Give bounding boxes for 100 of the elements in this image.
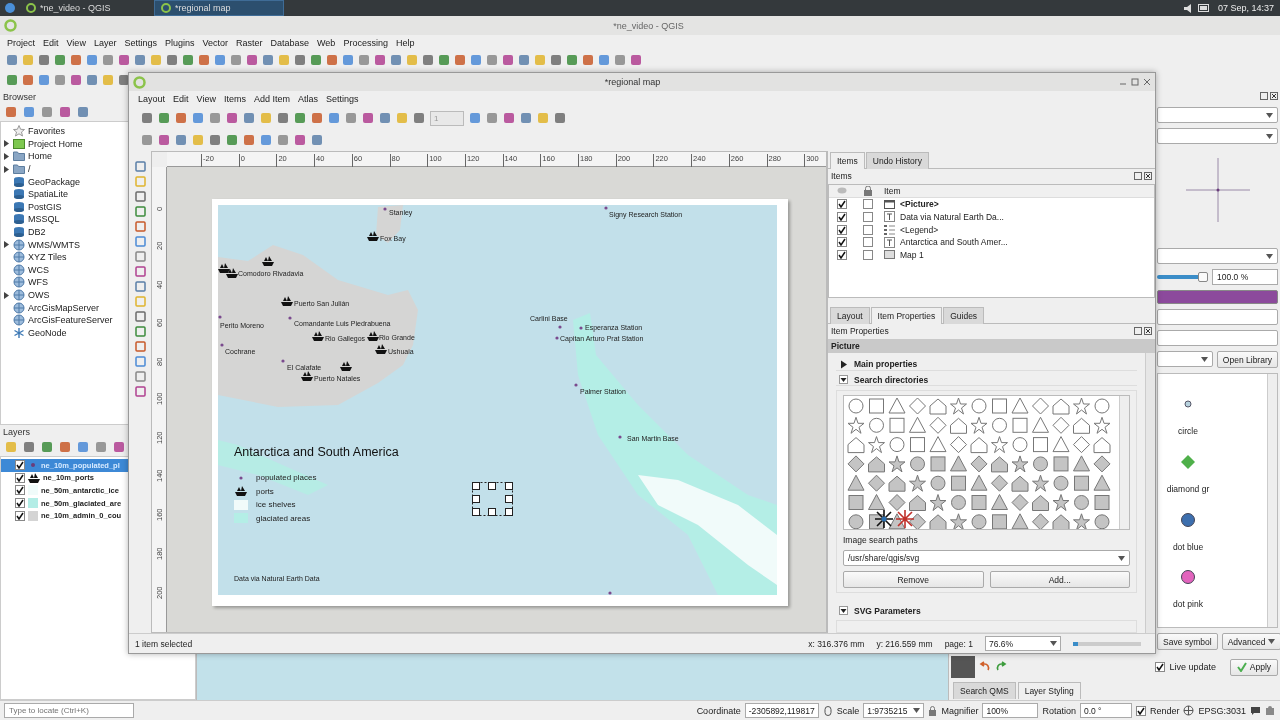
expand-arrow-icon[interactable] (3, 241, 10, 249)
menu-item[interactable]: Items (219, 94, 250, 104)
menu-item[interactable]: Project (3, 37, 39, 48)
item-row[interactable]: Data via Natural Earth Da... (829, 210, 1154, 224)
menu-item[interactable]: Web (313, 37, 340, 48)
visibility-checkbox[interactable] (837, 199, 847, 210)
browser-item[interactable]: WCS (28, 264, 49, 275)
tool-icon[interactable] (134, 311, 146, 322)
layer-checkbox[interactable] (15, 498, 25, 509)
expand-arrow-icon[interactable] (3, 153, 10, 160)
close-icon[interactable] (1144, 172, 1152, 181)
tool-icon[interactable] (520, 112, 532, 124)
lock-icon[interactable] (928, 705, 938, 716)
tool-icon[interactable] (294, 112, 306, 124)
lock-checkbox[interactable] (863, 199, 873, 210)
tool-icon[interactable] (358, 54, 370, 66)
browser-item[interactable]: DB2 (28, 227, 46, 238)
tool-icon[interactable] (345, 112, 357, 124)
panel-tab[interactable]: Layout (830, 307, 870, 325)
tool-icon[interactable] (198, 54, 210, 66)
opacity-spinbox[interactable]: 100.0 % (1212, 269, 1278, 285)
opacity-slider[interactable] (1157, 272, 1208, 282)
symbol-label[interactable]: diamond gr (1166, 483, 1210, 494)
tool-icon[interactable] (134, 191, 146, 202)
group-title[interactable]: SVG Parameters (854, 605, 921, 616)
menu-item[interactable]: Settings (120, 37, 161, 48)
item-row[interactable]: <Legend> (829, 223, 1154, 236)
menu-item[interactable]: View (192, 94, 220, 104)
tool-icon[interactable] (23, 106, 35, 118)
tool-icon[interactable] (77, 106, 89, 118)
tool-icon[interactable] (311, 112, 323, 124)
browser-item[interactable]: WMS/WMTS (28, 239, 80, 250)
menu-item[interactable]: Raster (232, 37, 267, 48)
tool-icon[interactable] (59, 106, 71, 118)
browser-item[interactable]: SpatiaLite (28, 189, 69, 200)
tool-icon[interactable] (38, 54, 50, 66)
message-icon[interactable] (1250, 705, 1261, 716)
tool-icon[interactable] (326, 54, 338, 66)
undo-icon[interactable] (979, 661, 991, 673)
dropdown[interactable] (1157, 128, 1278, 144)
tool-icon[interactable] (134, 221, 146, 232)
dock-tab[interactable]: Search QMS (953, 682, 1016, 699)
tool-icon[interactable] (422, 54, 434, 66)
tool-icon[interactable] (598, 54, 610, 66)
tool-icon[interactable] (134, 251, 146, 262)
dropdown[interactable] (1157, 248, 1278, 264)
tool-icon[interactable] (134, 341, 146, 352)
collapse-arrow-icon[interactable] (839, 606, 848, 616)
menu-item[interactable]: Edit (39, 37, 63, 48)
dropdown[interactable] (1157, 107, 1278, 123)
redo-icon[interactable] (995, 661, 1007, 673)
tool-icon[interactable] (214, 54, 226, 66)
symbol-label[interactable]: circle (1178, 426, 1198, 436)
symbol-label[interactable]: dot pink (1173, 599, 1203, 610)
tool-icon[interactable] (141, 134, 153, 146)
tool-icon[interactable] (175, 112, 187, 124)
tool-icon[interactable] (503, 112, 515, 124)
diamond-symbol-icon[interactable] (1180, 453, 1196, 470)
menu-item[interactable]: Layout (134, 94, 170, 104)
tool-icon[interactable] (262, 54, 274, 66)
panel-tab[interactable]: Undo History (865, 152, 929, 169)
tool-icon[interactable] (6, 54, 18, 66)
tool-icon[interactable] (246, 54, 258, 66)
tool-icon[interactable] (362, 112, 374, 124)
taskbar-task[interactable]: *ne_video - QGIS (20, 0, 150, 16)
rotation-spinbox[interactable]: 0.0 ° (1079, 703, 1132, 718)
item-row[interactable]: <Picture> (829, 197, 1154, 211)
tool-icon[interactable] (22, 74, 34, 86)
tool-icon[interactable] (158, 134, 170, 146)
tool-icon[interactable] (70, 54, 82, 66)
remove-button[interactable]: Remove (843, 571, 984, 589)
advanced-button[interactable]: Advanced (1221, 633, 1280, 650)
tool-icon[interactable] (438, 54, 450, 66)
group-title[interactable]: Main properties (854, 359, 918, 370)
tool-icon[interactable] (469, 112, 481, 124)
collapse-arrow-icon[interactable] (839, 375, 848, 385)
expand-arrow-icon[interactable] (3, 291, 10, 299)
open-library-button[interactable]: Open Library (1216, 351, 1278, 368)
maximize-icon[interactable] (1131, 78, 1139, 86)
tool-icon[interactable] (311, 134, 323, 146)
tool-icon[interactable] (38, 74, 50, 86)
scrollbar[interactable] (1145, 352, 1155, 633)
float-icon[interactable] (1134, 172, 1142, 181)
browser-item[interactable]: Project Home (28, 138, 83, 149)
tool-icon[interactable] (192, 112, 204, 124)
zoom-dropdown[interactable]: 76.6% (985, 636, 1061, 651)
tool-icon[interactable] (277, 134, 289, 146)
save-symbol-button[interactable]: Save symbol (1157, 633, 1218, 650)
tool-icon[interactable] (277, 112, 289, 124)
live-update-checkbox[interactable] (1155, 662, 1166, 672)
browser-item[interactable]: MSSQL (28, 214, 60, 225)
tool-icon[interactable] (390, 54, 402, 66)
tool-icon[interactable] (134, 266, 146, 277)
tool-icon[interactable] (209, 112, 221, 124)
menu-item[interactable]: Processing (339, 37, 392, 48)
tool-icon[interactable] (166, 54, 178, 66)
tool-icon[interactable] (175, 134, 187, 146)
tool-icon[interactable] (310, 54, 322, 66)
size-spinbox[interactable] (1157, 309, 1278, 325)
search-path-dropdown[interactable]: /usr/share/qgis/svg (843, 550, 1130, 567)
